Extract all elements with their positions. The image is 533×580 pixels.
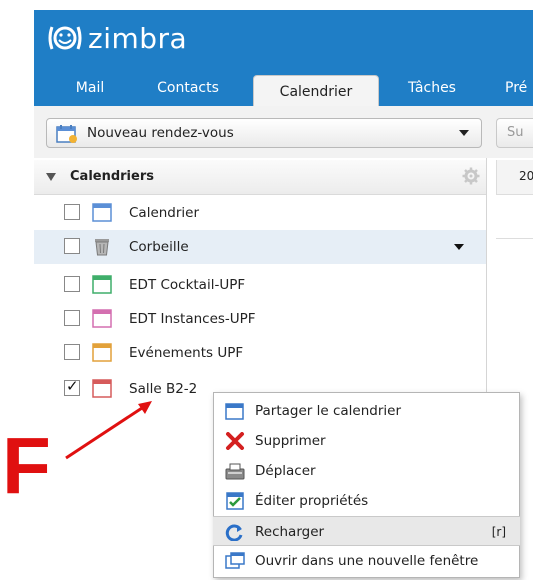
tab-contacts[interactable]: Contacts <box>140 74 236 106</box>
menu-item-open-new-window[interactable]: Ouvrir dans une nouvelle fenêtre <box>213 546 520 576</box>
reload-icon <box>225 524 243 541</box>
menu-item-edit-properties[interactable]: Éditer propriétés <box>213 486 520 516</box>
zimbra-smiley-icon <box>48 26 82 50</box>
annotation-letter: F <box>2 421 51 510</box>
calendar-item-label: Evénements UPF <box>129 345 244 361</box>
tab-taches[interactable]: Tâches <box>392 74 472 106</box>
calendar-blue-icon <box>92 203 112 222</box>
share-calendar-icon <box>225 403 244 420</box>
menu-item-move[interactable]: Déplacer <box>213 456 520 486</box>
menu-item-reload[interactable]: Recharger [r] <box>213 516 520 546</box>
checkbox[interactable] <box>64 276 80 292</box>
new-window-icon <box>225 552 245 569</box>
new-appointment-icon <box>56 125 77 143</box>
tab-preferences[interactable]: Pré <box>505 74 533 106</box>
checkbox[interactable] <box>64 344 80 360</box>
annotation-arrow-icon <box>65 401 152 460</box>
zimbra-logo[interactable]: zimbra <box>46 18 187 58</box>
menu-item-share[interactable]: Partager le calendrier <box>213 396 520 426</box>
gear-icon[interactable] <box>462 167 480 185</box>
trash-icon <box>95 239 109 256</box>
menu-item-label: Recharger <box>255 524 325 540</box>
checkbox[interactable] <box>64 204 80 220</box>
divider <box>496 238 533 239</box>
brand-name: zimbra <box>88 21 188 55</box>
move-icon <box>225 463 245 480</box>
calendar-item-evenements[interactable]: Evénements UPF <box>34 336 486 370</box>
calendar-item-label: EDT Cocktail-UPF <box>129 277 246 293</box>
calendars-title: Calendriers <box>70 169 154 184</box>
new-appointment-button[interactable]: Nouveau rendez-vous <box>46 118 482 148</box>
new-appointment-label: Nouveau rendez-vous <box>87 125 234 141</box>
calendar-item-edt-instances[interactable]: EDT Instances-UPF <box>34 302 486 336</box>
calendar-item-label: Calendrier <box>129 205 200 221</box>
menu-item-label: Partager le calendrier <box>255 403 402 419</box>
chevron-down-icon[interactable] <box>459 130 469 136</box>
delete-x-icon <box>226 432 244 450</box>
calendar-orange-icon <box>92 343 112 362</box>
menu-item-label: Déplacer <box>255 463 316 479</box>
calendar-item-corbeille[interactable]: Corbeille <box>34 230 486 264</box>
calendar-item-label: Corbeille <box>129 239 189 255</box>
toolbar-right-button[interactable]: Su <box>496 118 533 148</box>
chevron-down-icon[interactable] <box>454 244 464 250</box>
checkbox[interactable] <box>64 310 80 326</box>
menu-item-label: Éditer propriétés <box>255 493 369 509</box>
collapse-triangle-icon[interactable] <box>46 173 56 181</box>
calendar-view-header-text: 20 <box>519 169 533 183</box>
calendar-green-icon <box>92 275 112 294</box>
menu-item-label: Ouvrir dans une nouvelle fenêtre <box>255 553 479 569</box>
calendar-item-label: EDT Instances-UPF <box>129 311 256 327</box>
toolbar-right-button-label: Su <box>507 125 524 140</box>
edit-properties-icon <box>226 492 244 510</box>
menu-item-delete[interactable]: Supprimer <box>213 426 520 456</box>
calendar-item-edt-cocktail[interactable]: EDT Cocktail-UPF <box>34 268 486 302</box>
menu-item-label: Supprimer <box>255 433 326 449</box>
calendar-pink-icon <box>92 309 112 328</box>
checkbox[interactable] <box>64 238 80 254</box>
tab-calendrier[interactable]: Calendrier <box>253 75 379 107</box>
tab-mail[interactable]: Mail <box>60 74 120 106</box>
calendar-view-header: 20 <box>496 160 533 195</box>
menu-item-shortcut: [r] <box>491 525 506 539</box>
calendars-header[interactable]: Calendriers <box>34 160 486 195</box>
calendar-item-calendrier[interactable]: Calendrier <box>34 196 486 230</box>
